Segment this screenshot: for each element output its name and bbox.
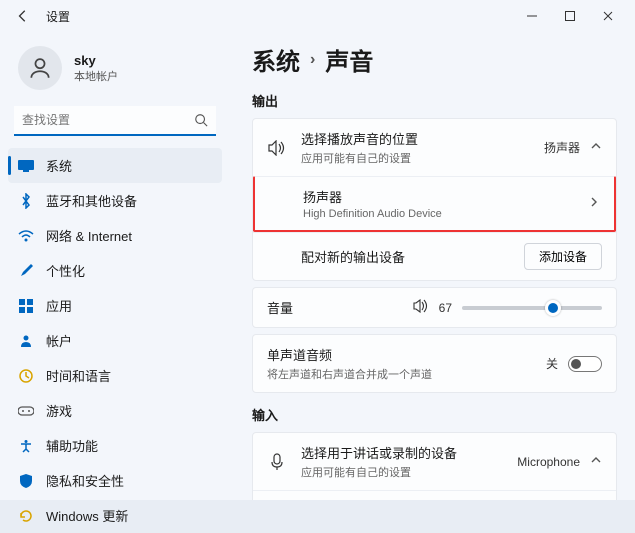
sidebar-item-gaming[interactable]: 游戏 xyxy=(8,393,222,428)
sidebar-item-bluetooth[interactable]: 蓝牙和其他设备 xyxy=(8,183,222,218)
wifi-icon xyxy=(18,228,34,244)
back-button[interactable] xyxy=(14,7,32,25)
sidebar-item-personalization[interactable]: 个性化 xyxy=(8,253,222,288)
sidebar-item-accounts[interactable]: 帐户 xyxy=(8,323,222,358)
output-heading: 输出 xyxy=(252,91,617,110)
system-icon xyxy=(18,158,34,174)
shield-icon xyxy=(18,473,34,489)
search-input[interactable] xyxy=(14,106,216,136)
brush-icon xyxy=(18,263,34,279)
mono-title: 单声道音频 xyxy=(267,345,532,364)
chevron-right-icon: › xyxy=(310,51,315,69)
sidebar-item-label: 个性化 xyxy=(46,261,85,280)
user-name: sky xyxy=(74,53,118,68)
add-device-button[interactable]: 添加设备 xyxy=(524,243,602,270)
update-icon xyxy=(18,508,34,524)
sidebar-item-privacy[interactable]: 隐私和安全性 xyxy=(8,463,222,498)
chevron-right-icon xyxy=(588,196,600,211)
clock-icon xyxy=(18,368,34,384)
mono-state: 关 xyxy=(546,355,558,372)
maximize-button[interactable] xyxy=(563,9,577,23)
volume-slider[interactable] xyxy=(462,306,602,310)
chevron-up-icon xyxy=(590,140,602,155)
sidebar-item-label: 帐户 xyxy=(46,331,72,350)
page-title: 声音 xyxy=(325,42,373,77)
input-mic-row[interactable]: Microphone High Definition Audio Device xyxy=(253,490,616,500)
volume-icon[interactable] xyxy=(413,299,429,316)
search-icon xyxy=(194,113,208,130)
search-box[interactable] xyxy=(14,106,216,136)
user-info[interactable]: sky 本地帐户 xyxy=(0,40,230,104)
input-select-sub: 应用可能有自己的设置 xyxy=(301,464,503,480)
sidebar-item-label: 网络 & Internet xyxy=(46,226,132,245)
breadcrumb-parent[interactable]: 系统 xyxy=(252,42,300,77)
output-select-title: 选择播放声音的位置 xyxy=(301,129,530,148)
sidebar-item-label: 应用 xyxy=(46,296,72,315)
account-icon xyxy=(18,333,34,349)
output-speaker-sub: High Definition Audio Device xyxy=(303,208,574,220)
output-speaker-row[interactable]: 扬声器 High Definition Audio Device xyxy=(253,176,616,232)
breadcrumb: 系统 › 声音 xyxy=(252,42,617,77)
sidebar-item-time[interactable]: 时间和语言 xyxy=(8,358,222,393)
pair-output-row: 配对新的输出设备 添加设备 xyxy=(253,232,616,280)
output-speaker-title: 扬声器 xyxy=(303,187,574,206)
sidebar-item-label: 辅助功能 xyxy=(46,436,98,455)
avatar xyxy=(18,46,62,90)
input-select-row[interactable]: 选择用于讲话或录制的设备 应用可能有自己的设置 Microphone xyxy=(253,433,616,490)
pair-output-title: 配对新的输出设备 xyxy=(301,247,510,266)
input-select-value: Microphone xyxy=(517,455,580,469)
sidebar-item-update[interactable]: Windows 更新 xyxy=(8,498,222,533)
gaming-icon xyxy=(18,403,34,419)
sidebar-item-label: 隐私和安全性 xyxy=(46,471,124,490)
window-title: 设置 xyxy=(46,8,70,25)
apps-icon xyxy=(18,298,34,314)
sidebar-item-network[interactable]: 网络 & Internet xyxy=(8,218,222,253)
close-button[interactable] xyxy=(601,9,615,23)
bluetooth-icon xyxy=(18,193,34,209)
output-select-row[interactable]: 选择播放声音的位置 应用可能有自己的设置 扬声器 xyxy=(253,119,616,176)
mono-sub: 将左声道和右声道合并成一个声道 xyxy=(267,366,532,382)
microphone-icon xyxy=(267,453,287,471)
speaker-icon xyxy=(267,140,287,156)
output-select-value: 扬声器 xyxy=(544,139,580,156)
sidebar-item-apps[interactable]: 应用 xyxy=(8,288,222,323)
sidebar-item-accessibility[interactable]: 辅助功能 xyxy=(8,428,222,463)
sidebar-item-label: 系统 xyxy=(46,156,72,175)
mono-toggle[interactable] xyxy=(568,356,602,372)
sidebar-item-label: 蓝牙和其他设备 xyxy=(46,191,137,210)
volume-row: 音量 67 xyxy=(253,288,616,327)
input-heading: 输入 xyxy=(252,405,617,424)
volume-value: 67 xyxy=(439,301,452,315)
mono-row[interactable]: 单声道音频 将左声道和右声道合并成一个声道 关 xyxy=(253,335,616,392)
output-select-sub: 应用可能有自己的设置 xyxy=(301,150,530,166)
accessibility-icon xyxy=(18,438,34,454)
sidebar-item-label: Windows 更新 xyxy=(46,506,128,525)
sidebar-item-label: 游戏 xyxy=(46,401,72,420)
volume-title: 音量 xyxy=(267,298,399,317)
minimize-button[interactable] xyxy=(525,9,539,23)
chevron-up-icon xyxy=(590,454,602,469)
user-sub: 本地帐户 xyxy=(74,68,118,84)
sidebar-item-system[interactable]: 系统 xyxy=(8,148,222,183)
input-select-title: 选择用于讲话或录制的设备 xyxy=(301,443,503,462)
sidebar-item-label: 时间和语言 xyxy=(46,366,111,385)
